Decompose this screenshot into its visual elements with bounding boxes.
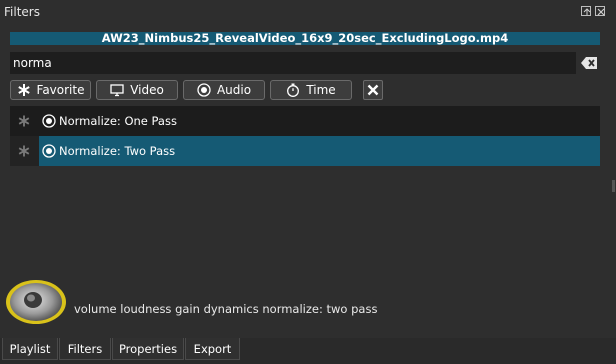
- favorite-filter-button[interactable]: Favorite: [10, 80, 91, 100]
- audio-speaker-icon: [6, 279, 70, 325]
- filter-search-input[interactable]: [10, 52, 576, 74]
- tab-playlist[interactable]: Playlist: [2, 338, 58, 360]
- star-icon: [17, 83, 31, 97]
- list-item[interactable]: Normalize: One Pass: [10, 106, 600, 136]
- bottom-tab-bar: Playlist Filters Properties Export: [0, 338, 616, 364]
- filter-results-list: Normalize: One Pass Normalize: Two Pass: [10, 106, 600, 166]
- close-panel-icon[interactable]: [595, 6, 605, 16]
- clear-search-icon[interactable]: [580, 55, 598, 71]
- list-item[interactable]: Normalize: Two Pass: [10, 136, 600, 166]
- time-button-label: Time: [306, 83, 336, 97]
- favorite-star-icon[interactable]: [17, 114, 31, 128]
- audio-filter-icon: [42, 114, 56, 128]
- video-button-label: Video: [130, 83, 164, 97]
- panel-header: Filters: [0, 0, 616, 22]
- favorite-button-label: Favorite: [36, 83, 85, 97]
- tab-filters[interactable]: Filters: [59, 338, 111, 360]
- close-filters-button[interactable]: [363, 80, 383, 100]
- tab-properties[interactable]: Properties: [112, 338, 184, 360]
- video-filter-button[interactable]: Video: [96, 80, 178, 100]
- filter-item-label: Normalize: One Pass: [59, 114, 177, 128]
- monitor-icon: [110, 83, 124, 97]
- filter-item-selected[interactable]: Normalize: Two Pass: [39, 136, 600, 166]
- current-clip-name: AW23_Nimbus25_RevealVideo_16x9_20sec_Exc…: [10, 32, 600, 45]
- audio-filter-button[interactable]: Audio: [183, 80, 265, 100]
- stopwatch-icon: [286, 83, 300, 97]
- time-filter-button[interactable]: Time: [270, 80, 352, 100]
- filter-description: volume loudness gain dynamics normalize:…: [74, 302, 378, 316]
- filter-search-box[interactable]: [10, 52, 576, 74]
- speaker-icon: [197, 83, 211, 97]
- panel-title: Filters: [4, 5, 40, 19]
- audio-filter-icon: [42, 144, 56, 158]
- filter-item[interactable]: Normalize: One Pass: [39, 106, 600, 136]
- float-panel-icon[interactable]: [581, 6, 591, 16]
- scrollbar-handle[interactable]: [612, 180, 615, 192]
- favorite-star-icon[interactable]: [17, 144, 31, 158]
- close-icon: [367, 84, 379, 96]
- filter-item-label: Normalize: Two Pass: [59, 144, 176, 158]
- audio-button-label: Audio: [216, 83, 252, 97]
- tab-export[interactable]: Export: [185, 338, 240, 360]
